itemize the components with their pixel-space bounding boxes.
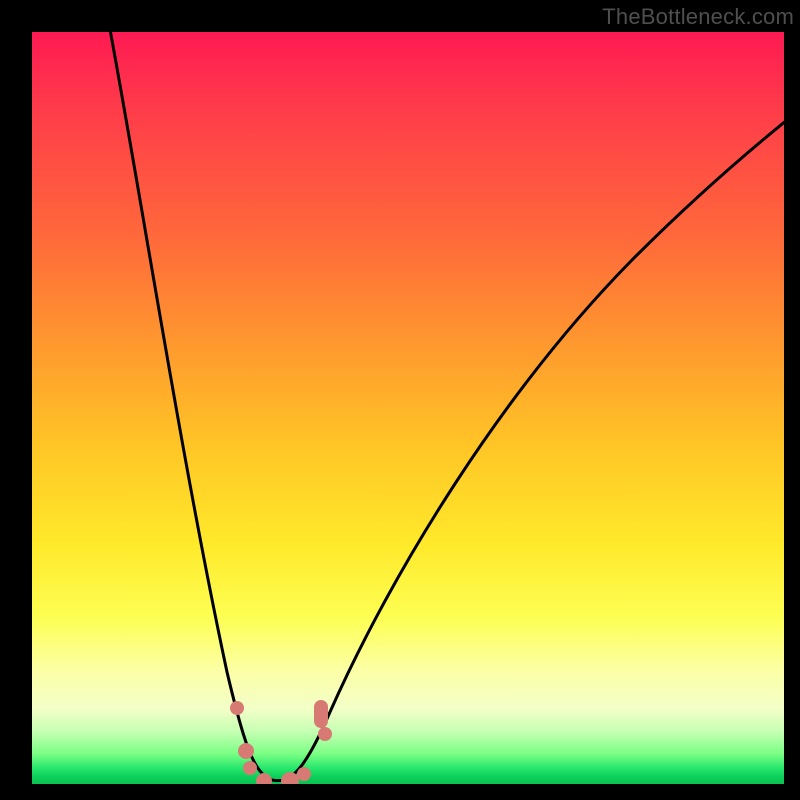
curve-marker [297,767,311,781]
curve-marker [230,701,244,715]
curve-marker [318,727,332,741]
plot-area [32,32,784,784]
bottleneck-curve [109,32,784,781]
curve-marker [314,700,328,728]
curve-marker [243,761,257,775]
chart-svg [32,32,784,784]
watermark-text: TheBottleneck.com [602,4,794,30]
curve-marker [256,773,272,784]
chart-frame: TheBottleneck.com [0,0,800,800]
curve-marker [238,743,254,759]
